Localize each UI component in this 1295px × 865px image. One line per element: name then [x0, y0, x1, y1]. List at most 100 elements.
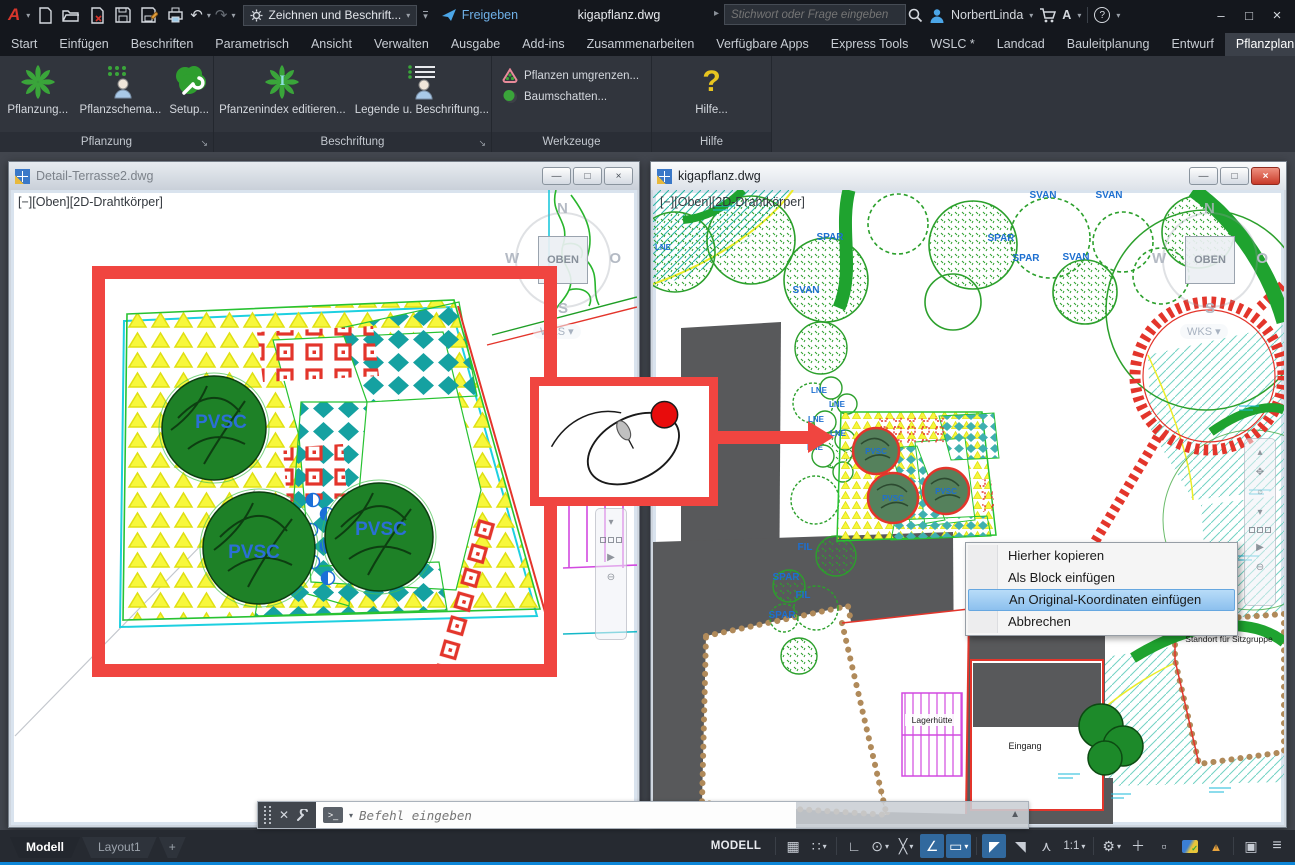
- command-line-handle[interactable]: ✕: [258, 802, 316, 828]
- minimize-button[interactable]: –: [1207, 8, 1235, 23]
- warning-icon[interactable]: ▲!: [1204, 834, 1228, 858]
- child-minimize-button[interactable]: —: [1189, 167, 1218, 185]
- tab-ansicht[interactable]: Ansicht: [300, 33, 363, 56]
- drawing-canvas-right[interactable]: [−][Oben][2D-Drahtkörper]: [653, 190, 1284, 825]
- tab-parametrisch[interactable]: Parametrisch: [204, 33, 300, 56]
- window-title-bar[interactable]: Detail-Terrasse2.dwg — □ ×: [9, 162, 639, 190]
- nav-minus-icon[interactable]: ⊖: [1256, 562, 1264, 573]
- share-button[interactable]: Freigeben: [442, 8, 518, 22]
- app-menu-arrow-icon[interactable]: ▾: [26, 11, 30, 20]
- search-icon[interactable]: [908, 8, 923, 23]
- tab-beschriften[interactable]: Beschriften: [120, 33, 205, 56]
- menu-item-hierher-kopieren[interactable]: Hierher kopieren: [968, 545, 1235, 567]
- annotation-visibility-toggle[interactable]: ⋏: [1034, 834, 1058, 858]
- open-folder-icon[interactable]: [60, 4, 82, 26]
- workspace-selector[interactable]: Zeichnen und Beschrift... ▾: [243, 5, 417, 26]
- child-restore-button[interactable]: □: [573, 167, 602, 185]
- tab-entwurf[interactable]: Entwurf: [1160, 33, 1224, 56]
- qat-collapse-icon[interactable]: ▾: [423, 11, 428, 20]
- wks-menu[interactable]: WKS ▾: [1180, 324, 1228, 339]
- layout-tab-modell[interactable]: Modell: [10, 837, 80, 858]
- tab-express-tools[interactable]: Express Tools: [820, 33, 920, 56]
- customization-plus-icon[interactable]: ＋: [1126, 834, 1150, 858]
- tab-ausgabe[interactable]: Ausgabe: [440, 33, 511, 56]
- window-title-bar[interactable]: kigapflanz.dwg — □ ×: [651, 162, 1286, 190]
- command-prompt-icon[interactable]: >_: [323, 807, 343, 823]
- isolate-objects-toggle[interactable]: ▫: [1152, 834, 1176, 858]
- annotation-scale-control[interactable]: 1:1▾: [1060, 834, 1088, 858]
- search-expand-icon[interactable]: ▸: [714, 8, 719, 19]
- plot-printer-icon[interactable]: [164, 4, 186, 26]
- hilfe-button[interactable]: ? Hilfe...: [677, 60, 747, 118]
- graphics-performance-toggle[interactable]: ✓: [1178, 834, 1202, 858]
- save-icon[interactable]: [112, 4, 134, 26]
- object-snap-tracking-toggle[interactable]: ∠: [920, 834, 944, 858]
- layout-tab-add[interactable]: +: [159, 837, 186, 858]
- viewport-controls[interactable]: [−][Oben][2D-Drahtkörper]: [18, 195, 163, 209]
- help-icon[interactable]: ?: [1094, 7, 1110, 23]
- close-file-icon[interactable]: [86, 4, 108, 26]
- tab-verfuegbare-apps[interactable]: Verfügbare Apps: [705, 33, 819, 56]
- command-input[interactable]: [359, 808, 789, 823]
- user-icon[interactable]: [929, 8, 945, 23]
- model-space-toggle[interactable]: MODELL: [702, 834, 770, 858]
- snap-marker-toggle[interactable]: ◥: [1008, 834, 1032, 858]
- redo-arrow-icon[interactable]: ▾: [231, 11, 235, 20]
- tab-start[interactable]: Start: [0, 33, 48, 56]
- layout-tab-layout1[interactable]: Layout1: [82, 837, 157, 858]
- pflanzen-umgrenzen-button[interactable]: Pflanzen umgrenzen...: [502, 68, 639, 83]
- tab-addins[interactable]: Add-ins: [511, 33, 575, 56]
- autosnap-marker-toggle[interactable]: ◤: [982, 834, 1006, 858]
- nav-pan-icon[interactable]: ✥: [1256, 467, 1264, 478]
- save-as-icon[interactable]: [138, 4, 160, 26]
- search-field[interactable]: [724, 4, 906, 25]
- setup-button[interactable]: Setup...: [165, 60, 213, 118]
- viewcube-top-face[interactable]: OBEN: [1185, 236, 1235, 284]
- nav-chevron-icon[interactable]: ▾: [608, 517, 613, 528]
- command-expand-icon[interactable]: ▲: [1010, 809, 1020, 820]
- nav-minus-icon[interactable]: ⊖: [607, 572, 615, 583]
- nav-play-icon[interactable]: ▶: [607, 552, 615, 563]
- app-menu-button[interactable]: A: [6, 5, 22, 25]
- command-close-icon[interactable]: ✕: [279, 808, 289, 822]
- menu-item-abbrechen[interactable]: Abbrechen: [968, 611, 1235, 633]
- new-file-icon[interactable]: [34, 4, 56, 26]
- drawing-canvas-left[interactable]: [−][Oben][2D-Drahtkörper]: [11, 190, 637, 825]
- search-input[interactable]: [731, 9, 899, 21]
- cart-icon[interactable]: [1039, 8, 1056, 23]
- ortho-toggle[interactable]: ∟: [842, 834, 866, 858]
- nav-squares-icon[interactable]: [600, 537, 622, 543]
- pflanzschema-button[interactable]: Pflanzschema...: [78, 60, 164, 118]
- undo-arrow-icon[interactable]: ▾: [207, 11, 211, 20]
- autodesk-app-icon[interactable]: A: [1062, 8, 1071, 22]
- child-close-button[interactable]: ×: [604, 167, 633, 185]
- tab-einfuegen[interactable]: Einfügen: [48, 33, 119, 56]
- snap-toggle[interactable]: ∷▾: [807, 834, 831, 858]
- workspace-switching-gear-icon[interactable]: ⚙▾: [1099, 834, 1124, 858]
- autodesk-app-arrow-icon[interactable]: ▾: [1077, 11, 1081, 20]
- navigation-bar[interactable]: ▾ ▶ ⊖: [595, 508, 627, 640]
- menu-item-als-block-einfuegen[interactable]: Als Block einfügen: [968, 567, 1235, 589]
- drag-grip-icon[interactable]: [264, 806, 272, 824]
- nav-zoom-icon[interactable]: ○: [1257, 487, 1263, 498]
- pflanzenindex-button[interactable]: I Pfanzenindex editieren...: [214, 60, 351, 118]
- navigation-bar[interactable]: ▴ ✥ ○ ▾ ▶ ⊖: [1244, 438, 1276, 606]
- viewcube[interactable]: N W O S OBEN WKS ▾: [1150, 202, 1270, 352]
- polar-tracking-toggle[interactable]: ⊙▾: [868, 834, 892, 858]
- clean-screen-toggle[interactable]: ▣: [1239, 834, 1263, 858]
- tab-wslc[interactable]: WSLC *: [919, 33, 985, 56]
- undo-button[interactable]: ↶: [190, 6, 203, 24]
- menu-item-an-original-koordinaten[interactable]: An Original-Koordinaten einfügen: [968, 589, 1235, 611]
- tab-landcad[interactable]: Landcad: [986, 33, 1056, 56]
- wrench-icon[interactable]: [296, 809, 309, 822]
- user-name[interactable]: NorbertLinda: [951, 8, 1023, 22]
- tab-zusammenarbeiten[interactable]: Zusammenarbeiten: [576, 33, 706, 56]
- viewport-controls[interactable]: [−][Oben][2D-Drahtkörper]: [660, 195, 805, 209]
- tab-bauleitplanung[interactable]: Bauleitplanung: [1056, 33, 1161, 56]
- nav-squares-icon[interactable]: [1249, 527, 1271, 533]
- isometric-toggle[interactable]: ╳▾: [894, 834, 918, 858]
- object-snap-toggle[interactable]: ▭▾: [946, 834, 971, 858]
- grid-toggle[interactable]: ▦: [781, 834, 805, 858]
- maximize-button[interactable]: □: [1235, 8, 1263, 23]
- redo-button[interactable]: ↷: [215, 6, 228, 24]
